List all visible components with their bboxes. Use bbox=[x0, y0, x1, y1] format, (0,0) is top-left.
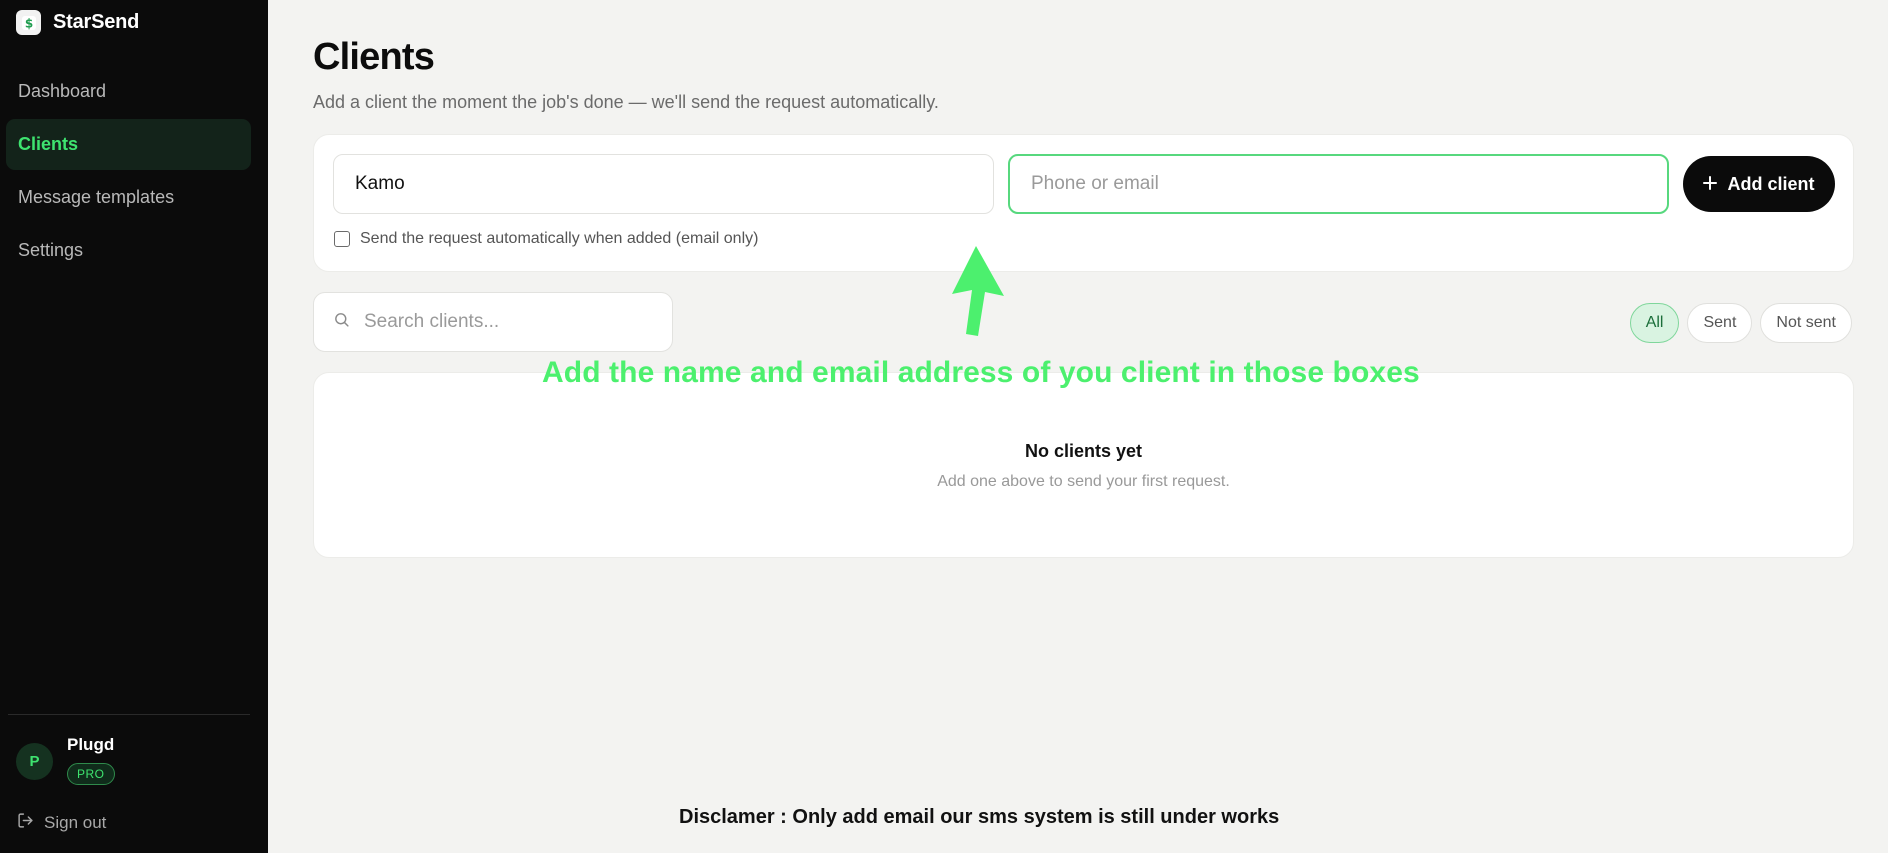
sign-out-button[interactable]: Sign out bbox=[17, 812, 106, 834]
user-name: Plugd bbox=[67, 735, 115, 754]
auto-send-row: Send the request automatically when adde… bbox=[334, 230, 758, 248]
clients-list-card: No clients yet Add one above to send you… bbox=[313, 372, 1854, 558]
sidebar-item-settings[interactable]: Settings bbox=[6, 225, 251, 276]
page-subtitle: Add a client the moment the job's done —… bbox=[313, 92, 939, 112]
add-client-card: Kamo Phone or email Add client Send the … bbox=[313, 134, 1854, 272]
sign-out-icon bbox=[17, 812, 34, 834]
plus-icon bbox=[1703, 174, 1718, 195]
sidebar-nav: Dashboard Clients Message templates Sett… bbox=[6, 66, 251, 278]
disclaimer-text: Disclamer : Only add email our sms syste… bbox=[679, 806, 1280, 828]
svg-text:$: $ bbox=[24, 16, 32, 30]
user-profile: P Plugd PRO bbox=[16, 733, 115, 785]
brand-name: StarSend bbox=[53, 11, 140, 33]
add-client-button[interactable]: Add client bbox=[1683, 156, 1835, 212]
sign-out-label: Sign out bbox=[44, 813, 107, 832]
search-placeholder: Search clients... bbox=[364, 311, 500, 332]
dollar-icon: $ bbox=[16, 10, 41, 35]
search-input[interactable]: Search clients... bbox=[313, 292, 673, 352]
auto-send-checkbox[interactable] bbox=[334, 231, 350, 247]
phone-or-email-input[interactable]: Phone or email bbox=[1008, 154, 1669, 214]
avatar: P bbox=[16, 743, 53, 780]
empty-state-title: No clients yet bbox=[1024, 441, 1143, 461]
add-client-label: Add client bbox=[1727, 173, 1815, 194]
brand[interactable]: $ StarSend bbox=[16, 10, 139, 35]
filter-all[interactable]: All bbox=[1629, 303, 1680, 343]
client-name-input[interactable]: Kamo bbox=[333, 154, 994, 214]
plan-badge: PRO bbox=[67, 763, 115, 785]
auto-send-label: Send the request automatically when adde… bbox=[360, 230, 759, 247]
sidebar-divider bbox=[8, 714, 250, 715]
empty-state-subtitle: Add one above to send your first request… bbox=[937, 473, 1230, 490]
sidebar-item-message-templates[interactable]: Message templates bbox=[6, 172, 251, 223]
annotation-text: Add the name and email address of you cl… bbox=[542, 356, 1420, 389]
sidebar: $ StarSend Dashboard Clients Message tem… bbox=[0, 0, 268, 853]
filter-sent[interactable]: Sent bbox=[1687, 303, 1753, 343]
filter-not-sent[interactable]: Not sent bbox=[1760, 303, 1852, 343]
sidebar-item-dashboard[interactable]: Dashboard bbox=[6, 66, 251, 117]
sidebar-item-clients[interactable]: Clients bbox=[6, 119, 251, 170]
search-icon bbox=[333, 311, 350, 333]
filter-chips: All Sent Not sent bbox=[1629, 303, 1852, 343]
annotation-arrow-icon bbox=[940, 242, 1010, 343]
page-title: Clients bbox=[313, 36, 435, 78]
